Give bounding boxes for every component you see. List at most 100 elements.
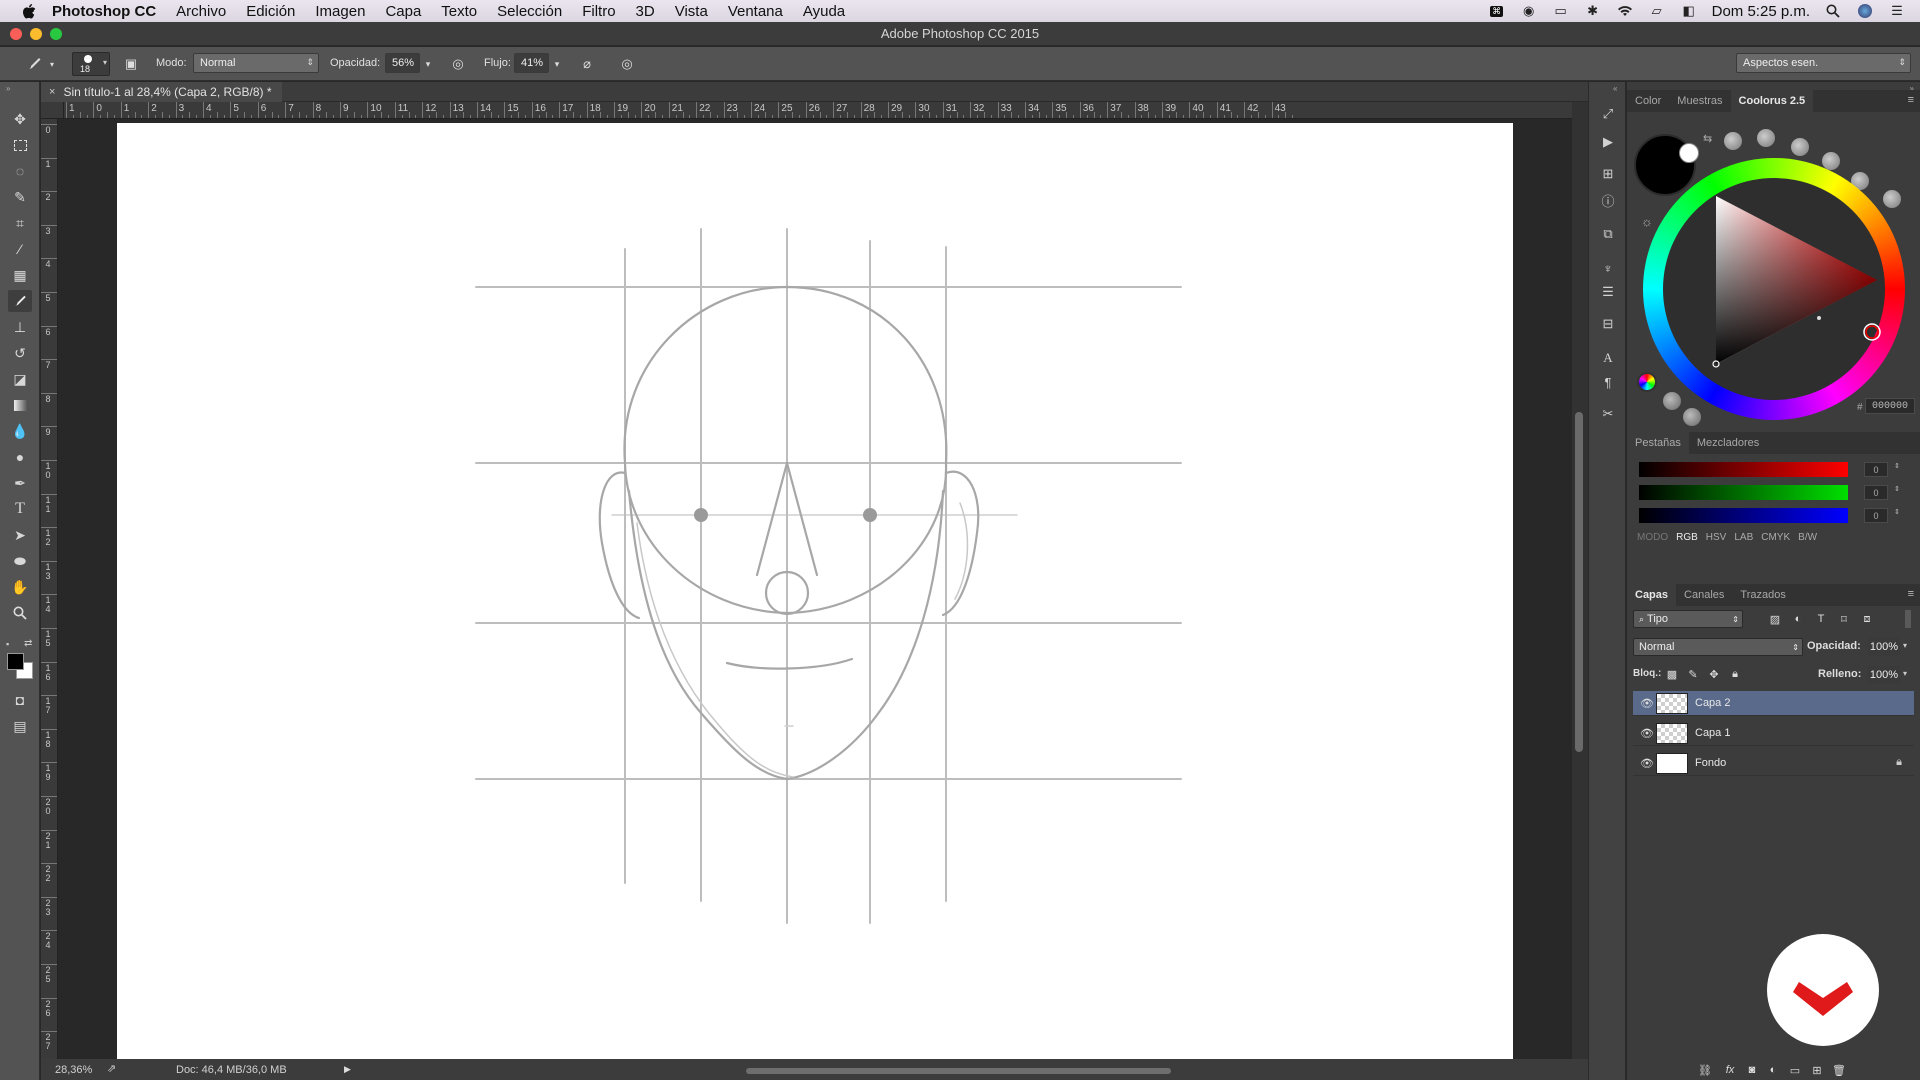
opacity-input[interactable]: 56% <box>385 53 420 73</box>
horizontal-ruler[interactable]: 1 0 1 2 3 4 5 6 7 8 9 10 11 12 13 14 15 16 17 18 19 20 21 22 23 2… <box>64 102 1572 119</box>
layer-name[interactable]: Fondo <box>1695 757 1726 769</box>
layer-style-icon[interactable]: fx <box>1722 1062 1738 1078</box>
layer-row[interactable]: 👁︎ Fondo 🔒︎ <box>1633 751 1914 776</box>
swap-colors-icon[interactable]: ⇄ <box>24 638 32 649</box>
default-colors-icon[interactable]: ▪ <box>6 639 9 649</box>
new-group-icon[interactable]: ▭ <box>1787 1062 1803 1078</box>
pressure-size-icon[interactable]: ◎ <box>617 54 637 74</box>
mode-rgb[interactable]: RGB <box>1676 532 1698 543</box>
chevron-down-icon[interactable]: ▾ <box>50 60 54 69</box>
history-brush-tool-icon[interactable]: ↺ <box>8 342 32 364</box>
stepper-arrows-icon[interactable]: ⇕ <box>1894 508 1900 516</box>
foreground-color-swatch[interactable] <box>7 653 24 670</box>
quick-selection-tool-icon[interactable]: ✎ <box>8 186 32 208</box>
menu-ayuda[interactable]: Ayuda <box>793 3 855 20</box>
layer-row[interactable]: 👁︎ Capa 1 <box>1633 721 1914 746</box>
collapse-arrows-icon[interactable]: « <box>1613 84 1617 93</box>
red-channel-slider[interactable] <box>1639 462 1848 477</box>
filter-smart-objects-icon[interactable]: ⧈ <box>1859 611 1875 627</box>
menu-filtro[interactable]: Filtro <box>572 3 625 20</box>
mode-bw[interactable]: B/W <box>1798 532 1817 543</box>
blur-tool-icon[interactable]: 💧 <box>8 420 32 442</box>
workspace-select[interactable]: Aspectos esen. ⇕ <box>1736 53 1911 73</box>
clone-stamp-tool-icon[interactable]: ⊥ <box>8 316 32 338</box>
wifi-icon[interactable] <box>1616 4 1634 18</box>
layer-name[interactable]: Capa 2 <box>1695 697 1730 709</box>
swap-colors-icon[interactable]: ⇆ <box>1703 132 1712 145</box>
ruler-origin[interactable] <box>41 102 64 119</box>
zoom-window-button[interactable] <box>50 28 62 40</box>
blend-mode-select[interactable]: Normal ⇕ <box>193 53 319 73</box>
flow-slider-toggle[interactable]: ▾ <box>549 54 565 74</box>
quick-mask-icon[interactable]: ◘ <box>8 689 32 711</box>
delete-layer-icon[interactable]: 🗑︎ <box>1831 1062 1847 1078</box>
notification-center-icon[interactable]: ☰ <box>1888 3 1906 18</box>
green-channel-slider[interactable] <box>1639 485 1848 500</box>
screen-mode-icon[interactable]: ▤ <box>8 715 32 737</box>
gamut-knob-icon[interactable] <box>1791 138 1809 156</box>
filter-toggle[interactable] <box>1905 610 1911 628</box>
keyboard-icon[interactable]: ⌘ <box>1488 4 1506 18</box>
tab-mezcladores[interactable]: Mezcladores <box>1689 432 1767 454</box>
mode-cmyk[interactable]: CMYK <box>1761 532 1790 543</box>
gradient-tool-icon[interactable] <box>8 394 32 416</box>
lock-position-icon[interactable]: ✥ <box>1706 666 1722 682</box>
link-layers-icon[interactable]: ⛓ <box>1697 1062 1713 1078</box>
layer-row[interactable]: 👁︎ Capa 2 <box>1633 691 1914 716</box>
eyedropper-tool-icon[interactable]: ⁄ <box>8 238 32 260</box>
hue-ring[interactable] <box>1643 158 1905 420</box>
lock-pixels-icon[interactable]: ✎ <box>1685 666 1701 682</box>
collapse-arrows-icon[interactable]: » <box>6 84 10 93</box>
adjustment-layer-icon[interactable]: ◐ <box>1765 1062 1781 1078</box>
filter-adjustment-layers-icon[interactable]: ◐ <box>1790 611 1806 627</box>
tab-coolorus[interactable]: Coolorus 2.5 <box>1730 90 1814 112</box>
menu-3d[interactable]: 3D <box>626 3 665 20</box>
tool-presets-panel-icon[interactable]: ⊟ <box>1598 314 1618 334</box>
close-tab-icon[interactable]: × <box>49 86 55 98</box>
menu-app-name[interactable]: Photoshop CC <box>40 3 166 20</box>
zoom-tool-icon[interactable] <box>8 602 32 624</box>
bluetooth-icon[interactable]: ✱ <box>1584 3 1602 18</box>
filter-shape-layers-icon[interactable]: ⌑ <box>1836 611 1852 627</box>
brush-size-picker[interactable]: 18 ▾ <box>72 52 110 76</box>
menu-ventana[interactable]: Ventana <box>718 3 793 20</box>
background-color-circle[interactable] <box>1679 143 1699 163</box>
tab-muestras[interactable]: Muestras <box>1669 90 1730 112</box>
brush-tool-preset-icon[interactable] <box>24 54 44 74</box>
status-menu-arrow-icon[interactable]: ▶ <box>344 1064 351 1075</box>
tools-extension-icon[interactable]: ✂ <box>1598 404 1618 424</box>
pen-tool-icon[interactable]: ✒ <box>8 472 32 494</box>
airplay-icon[interactable]: ▱ <box>1648 3 1666 18</box>
layer-blend-mode-select[interactable]: Normal ⇕ <box>1633 638 1803 656</box>
menu-vista[interactable]: Vista <box>665 3 718 20</box>
filter-pixel-layers-icon[interactable]: ▨ <box>1767 611 1783 627</box>
character-panel-icon[interactable]: A <box>1598 348 1618 368</box>
properties-panel-icon[interactable]: ⊞ <box>1598 164 1618 184</box>
tab-canales[interactable]: Canales <box>1676 584 1732 606</box>
green-channel-value[interactable]: 0 <box>1864 485 1888 500</box>
chevron-down-icon[interactable]: ▾ <box>1903 669 1907 678</box>
blue-channel-value[interactable]: 0 <box>1864 508 1888 523</box>
opacity-slider-toggle[interactable]: ▾ <box>420 54 436 74</box>
menu-capa[interactable]: Capa <box>375 3 431 20</box>
layer-mask-icon[interactable]: ◙ <box>1744 1062 1760 1078</box>
visibility-eye-icon[interactable]: 👁︎ <box>1640 727 1654 740</box>
menu-archivo[interactable]: Archivo <box>166 3 236 20</box>
brush-panel-toggle-icon[interactable]: ▣ <box>121 54 141 74</box>
record-icon[interactable]: ◉ <box>1520 3 1538 18</box>
mode-lab[interactable]: LAB <box>1734 532 1753 543</box>
eraser-tool-icon[interactable]: ◪ <box>8 368 32 390</box>
hex-input[interactable]: 000000 <box>1865 398 1915 414</box>
visibility-eye-icon[interactable]: 👁︎ <box>1640 697 1654 710</box>
adjustments-panel-icon[interactable]: ☰ <box>1598 282 1618 302</box>
brush-tool-icon[interactable] <box>8 290 32 312</box>
layer-filter-select[interactable]: ⌕ Tipo ⇕ <box>1633 610 1743 628</box>
color-mode-wheel-icon[interactable] <box>1637 372 1657 392</box>
hand-tool-icon[interactable]: ✋ <box>8 576 32 598</box>
path-selection-tool-icon[interactable]: ➤ <box>8 524 32 546</box>
minimize-window-button[interactable] <box>30 28 42 40</box>
menu-edicion[interactable]: Edición <box>236 3 305 20</box>
siri-icon[interactable] <box>1856 4 1874 18</box>
horizontal-scrollbar[interactable] <box>746 1068 1171 1074</box>
mode-hsv[interactable]: HSV <box>1706 532 1727 543</box>
